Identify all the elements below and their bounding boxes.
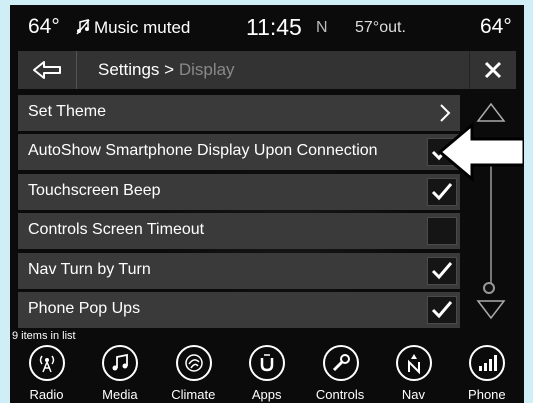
list-item-touchscreen-beep[interactable]: Touchscreen Beep bbox=[18, 173, 460, 210]
scrollbar-thumb[interactable] bbox=[483, 282, 495, 294]
phone-pop-ups-checkbox[interactable] bbox=[427, 295, 457, 324]
scroll-up-button[interactable] bbox=[476, 101, 506, 123]
phone-icon bbox=[469, 345, 506, 381]
list-item-label: Phone Pop Ups bbox=[28, 299, 141, 317]
checkmark-icon bbox=[431, 261, 453, 279]
nav-label: Media bbox=[102, 387, 138, 402]
audio-status: Music muted bbox=[94, 18, 191, 37]
list-item-set-theme[interactable]: Set Theme bbox=[18, 95, 460, 131]
close-button[interactable] bbox=[469, 51, 516, 89]
clock: 11:45 bbox=[246, 14, 302, 40]
nav-label: Phone bbox=[468, 387, 506, 402]
controls-timeout-checkbox[interactable] bbox=[427, 217, 457, 246]
nav-label: Radio bbox=[29, 387, 64, 402]
nav-phone[interactable]: Phone bbox=[450, 345, 523, 403]
list-item-label: AutoShow Smartphone Display Upon Connect… bbox=[28, 142, 378, 160]
list-item-label: Controls Screen Timeout bbox=[28, 221, 205, 239]
nav-label: Climate bbox=[171, 387, 216, 402]
back-button[interactable] bbox=[18, 51, 77, 89]
list-item-phone-pop-ups[interactable]: Phone Pop Ups bbox=[18, 291, 460, 328]
nav-controls[interactable]: Controls bbox=[304, 345, 377, 403]
media-icon bbox=[102, 345, 139, 381]
nav-turn-checkbox[interactable] bbox=[427, 256, 457, 285]
checkmark-icon bbox=[431, 300, 453, 319]
list-item-controls-timeout[interactable]: Controls Screen Timeout bbox=[18, 213, 460, 250]
breadcrumb-current: Display bbox=[178, 60, 235, 79]
nav-media[interactable]: Media bbox=[83, 345, 156, 403]
nav-nav[interactable]: Nav bbox=[377, 345, 450, 403]
item-count: 9 items in list bbox=[12, 330, 76, 342]
interior-temperature: 64° bbox=[28, 15, 60, 38]
compass-heading: N bbox=[316, 19, 328, 36]
nav-label: Controls bbox=[315, 387, 365, 402]
climate-icon bbox=[175, 345, 212, 381]
nav-climate[interactable]: Climate bbox=[157, 345, 230, 403]
settings-header: Settings > Display bbox=[18, 51, 516, 89]
outside-temperature: 57°out. bbox=[355, 19, 406, 36]
checkmark-icon bbox=[431, 182, 453, 200]
apps-icon bbox=[249, 345, 286, 381]
nav-icon bbox=[395, 345, 432, 381]
nav-label: Nav bbox=[401, 387, 426, 402]
bottom-nav-bar: Radio Media Climate Apps Controls Nav Ph… bbox=[10, 345, 524, 403]
display-screen: 64° Music muted 11:45 N 57°out. 64° Sett… bbox=[10, 5, 524, 403]
nav-apps[interactable]: Apps bbox=[230, 345, 303, 403]
nav-radio[interactable]: Radio bbox=[10, 345, 83, 403]
mute-icon bbox=[76, 19, 90, 35]
settings-list: Set Theme AutoShow Smartphone Display Up… bbox=[18, 95, 460, 331]
scroll-down-button[interactable] bbox=[476, 299, 506, 321]
breadcrumb: Settings > Display bbox=[98, 60, 235, 80]
controls-icon bbox=[322, 345, 359, 381]
back-arrow-icon bbox=[33, 61, 61, 79]
list-item-label: Touchscreen Beep bbox=[28, 181, 161, 199]
chevron-right-icon bbox=[440, 104, 451, 122]
list-item-label: Set Theme bbox=[28, 103, 106, 120]
breadcrumb-parent: Settings > bbox=[98, 60, 179, 79]
nav-label: Apps bbox=[251, 387, 282, 402]
close-icon bbox=[484, 61, 502, 79]
callout-arrow-icon bbox=[437, 122, 524, 182]
list-item-label: Nav Turn by Turn bbox=[28, 260, 151, 278]
list-item-autoshow[interactable]: AutoShow Smartphone Display Upon Connect… bbox=[18, 134, 460, 171]
radio-icon bbox=[29, 345, 65, 381]
list-item-nav-turn-by-turn[interactable]: Nav Turn by Turn bbox=[18, 252, 460, 289]
passenger-temperature: 64° bbox=[480, 15, 512, 38]
status-bar: 64° Music muted 11:45 N 57°out. 64° bbox=[10, 5, 524, 49]
